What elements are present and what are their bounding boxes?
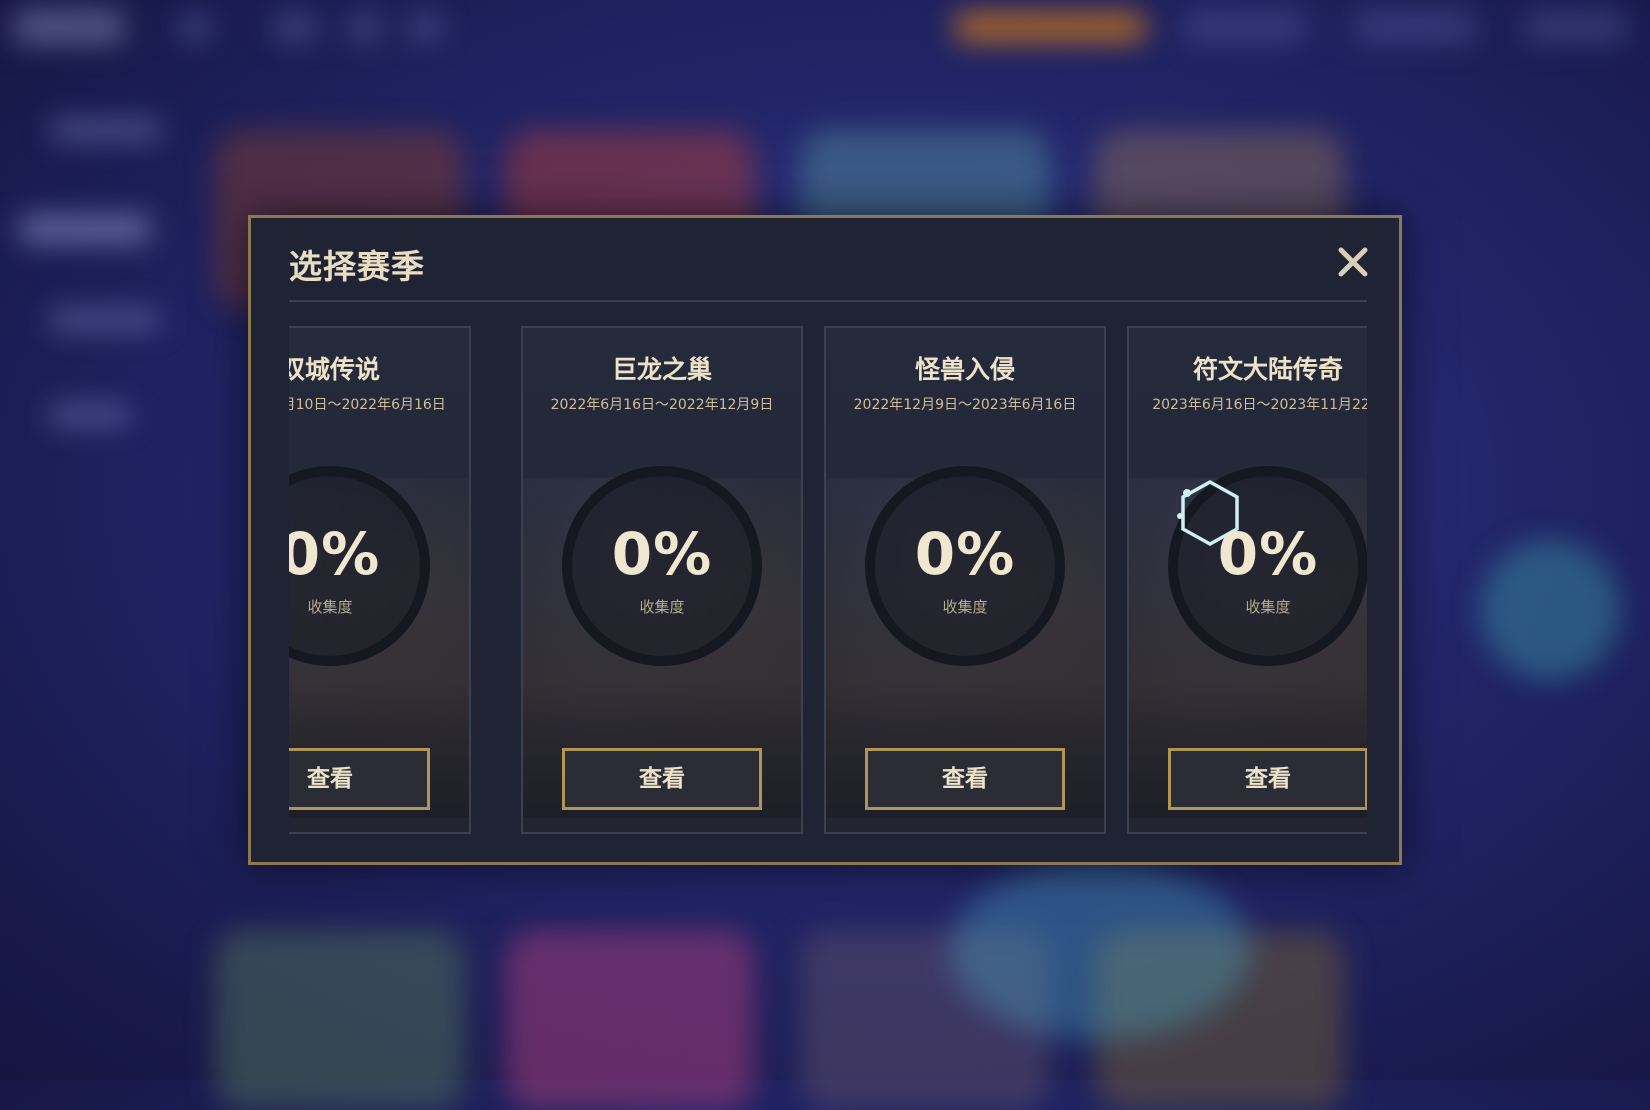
background-thumbnail [215,930,465,1110]
progress-label: 收集度 [1245,598,1291,616]
select-season-modal: 选择赛季 双城传说 2021年11月10日～2022年6月16日 0% 收集度 … [248,215,1402,865]
background-sidebar-item [20,215,150,243]
season-name: 双城传说 [289,355,380,384]
background-topbar [0,0,1650,60]
background-topbar-button [1185,12,1305,42]
season-name: 巨龙之巢 [611,355,712,384]
background-nav-icon [410,16,440,40]
view-button[interactable]: 查看 [289,748,430,810]
season-dates: 2021年11月10日～2022年6月16日 [289,397,446,413]
progress-percent: 0% [914,520,1016,588]
background-orange-button [955,12,1145,42]
progress-percent: 0% [611,520,713,588]
background-topbar-button [1525,12,1625,42]
season-carousel[interactable]: 双城传说 2021年11月10日～2022年6月16日 0% 收集度 查看 巨龙… [289,326,1367,836]
background-glow [950,860,1250,1040]
season-dates: 2022年6月16日～2022年12月9日 [550,397,774,413]
background-sidebar-item [50,310,160,330]
background-logo [14,10,124,44]
background-thumbnail [505,930,755,1110]
view-button[interactable]: 查看 [1168,748,1367,810]
progress-percent: 0% [1217,520,1319,588]
progress-label: 收集度 [639,598,685,616]
season-name: 符文大陆传奇 [1192,355,1343,384]
close-icon [1338,247,1368,277]
season-card[interactable]: 符文大陆传奇 2023年6月16日～2023年11月22日 0% 收集度 查看 [1127,326,1367,834]
background-nav-icon [180,16,210,40]
view-button[interactable]: 查看 [562,748,762,810]
background-nav-icon [350,16,380,40]
background-topbar-button [1355,12,1475,42]
background-sidebar-item [50,120,160,140]
progress-percent: 0% [289,520,381,588]
season-card[interactable]: 怪兽入侵 2022年12月9日～2023年6月16日 0% 收集度 查看 [824,326,1106,834]
background-sidebar-item [50,405,130,425]
progress-label: 收集度 [307,598,353,616]
progress-label: 收集度 [942,598,988,616]
season-name: 怪兽入侵 [914,355,1015,384]
background-sidebar [0,60,190,1080]
modal-divider [289,300,1367,302]
background-glow [1480,540,1620,680]
view-button[interactable]: 查看 [865,748,1065,810]
season-card[interactable]: 巨龙之巢 2022年6月16日～2022年12月9日 0% 收集度 查看 [521,326,803,834]
close-button[interactable] [1333,242,1373,282]
background-nav-icon [275,16,315,40]
season-dates: 2023年6月16日～2023年11月22日 [1152,397,1367,413]
modal-title: 选择赛季 [289,247,425,286]
season-card[interactable]: 双城传说 2021年11月10日～2022年6月16日 0% 收集度 查看 [289,326,471,834]
season-dates: 2022年12月9日～2023年6月16日 [853,397,1077,413]
